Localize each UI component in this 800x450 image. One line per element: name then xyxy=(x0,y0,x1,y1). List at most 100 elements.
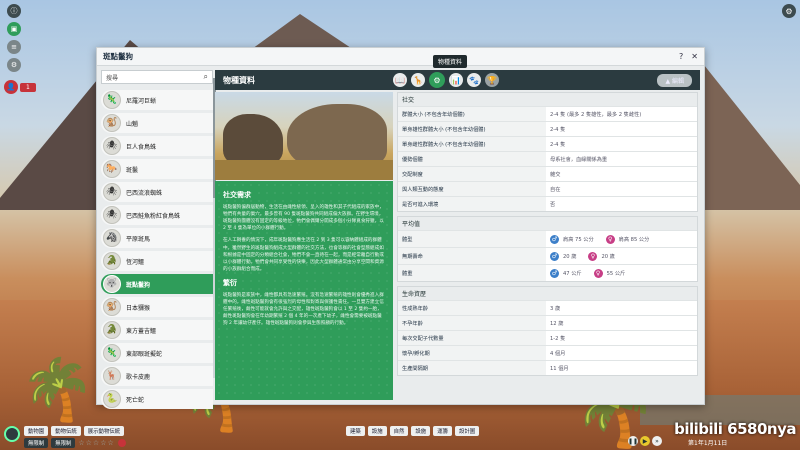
social-section: 社交 群體大小 (不包含年幼個體) 2-4 隻 (最多 2 隻雄性，最多 2 隻雌… xyxy=(397,92,698,212)
social-row: 是否可進入環境否 xyxy=(398,196,697,211)
species-list-item[interactable]: 🕷 巨人食鳥蛛 xyxy=(101,136,213,156)
species-list-item[interactable]: 🕷 巴西流浪蜘蛛 xyxy=(101,182,213,202)
row-value: ♂ 47 公斤 ♀ 55 公斤 xyxy=(546,265,697,281)
life-row: 生產間隔期 11 個月 xyxy=(398,360,697,375)
zoo-rating-stars: ☆☆☆☆☆ xyxy=(78,439,115,447)
species-list-item[interactable]: 🐒 山魈 xyxy=(101,113,213,133)
average-row: 無期壽命 ♂ 20 歲 ♀ 20 歲 xyxy=(398,247,697,264)
species-list-item[interactable]: 🦎 尼羅河巨蜥 xyxy=(101,90,213,110)
grass xyxy=(215,160,393,180)
species-window: 斑點鬣狗 ? ✕ 搜尋 ⌕ 🦎 尼羅河巨蜥 🐒 山魈 🕷 巨人食鳥蛛 🐎 斑鬣 🕷 巴西流浪蜘蛛 🕷… xyxy=(96,47,705,409)
fast-forward-icon[interactable]: » xyxy=(652,436,662,446)
zoo-toolbar-button[interactable]: 展示動物伝統 xyxy=(83,426,125,436)
species-list-item[interactable]: 🦎 東部眼斑擬蛇 xyxy=(101,343,213,363)
row-value: 否 xyxy=(550,201,556,208)
row-label: 單身雄性群體大小 (不包含年幼個體) xyxy=(398,122,546,136)
play-icon[interactable]: ▶ xyxy=(640,436,650,446)
species-list-item[interactable]: 🐒 日本獼猴 xyxy=(101,297,213,317)
species-name: 恆河鱷 xyxy=(126,258,145,266)
info-tabs: 📖 🦒 ⚙ 📊 🐾 🏆 xyxy=(393,72,499,88)
row-label: 不孕年齡 xyxy=(398,316,546,330)
build-toolbar-button[interactable]: 建築 xyxy=(346,426,365,436)
menu-icon[interactable]: ≡ xyxy=(7,40,21,54)
build-toolbar-button[interactable]: 設計圖 xyxy=(454,426,480,436)
life-row: 不孕年齡 12 歲 xyxy=(398,315,697,330)
tab-tooltip: 物種資料 xyxy=(433,55,468,68)
species-list-item[interactable]: 🦓 平原斑馬 xyxy=(101,228,213,248)
build-toolbar-button[interactable]: 設施 xyxy=(411,426,431,436)
watermark: bilibili 6580nya xyxy=(674,420,796,438)
life-section-title: 生命資歷 xyxy=(398,287,697,300)
species-name: 日本獼猴 xyxy=(126,304,151,312)
info-panel: 社交需求 斑點鬣狗偏群居動物，生活在由雌性統領、呈入的雄性和其子代組成的家族中，… xyxy=(215,181,393,400)
species-name: 巨人食鳥蛛 xyxy=(126,143,157,151)
species-list-item[interactable]: 🦌 歌卡皮鹿 xyxy=(101,366,213,386)
build-toolbar-button[interactable]: 設施 xyxy=(367,426,387,436)
info-icon[interactable]: ⓘ xyxy=(7,4,21,18)
row-label: 優勢個體 xyxy=(398,152,546,166)
search-box[interactable]: 搜尋 ⌕ xyxy=(101,70,213,84)
pause-icon[interactable]: ❚❚ xyxy=(628,436,638,446)
breeding-title: 繁衍 xyxy=(223,278,237,287)
money-status[interactable]: 無限制 xyxy=(24,438,49,448)
species-avatar-icon: 🕷 xyxy=(103,183,121,201)
search-input[interactable]: 搜尋 xyxy=(106,73,204,82)
help-button[interactable]: ? xyxy=(679,52,683,61)
male-icon: ♂ xyxy=(550,251,559,261)
species-name: 歌卡皮鹿 xyxy=(126,373,151,381)
species-name: 巴西鮭魚粉紅食鳥蛛 xyxy=(126,212,181,220)
species-list-item[interactable]: 🐍 死亡蛇 xyxy=(101,389,213,409)
settings-icon[interactable]: ⚙ xyxy=(782,4,796,18)
bottom-status: 無限制 無限制 ☆☆☆☆☆ xyxy=(24,438,126,448)
row-label: 單身雌性群體大小 (不包含年幼個體) xyxy=(398,137,546,151)
social-row: 單身雌性群體大小 (不包含年幼個體) 2-4 隻 xyxy=(398,136,697,151)
close-button[interactable]: ✕ xyxy=(691,52,698,61)
row-label: 生產間隔期 xyxy=(398,361,546,375)
info-tab-icon[interactable]: 🦒 xyxy=(411,73,425,87)
species-list-item[interactable]: 🐊 東方蓋吉鱷 xyxy=(101,320,213,340)
section-title: 物種資料 xyxy=(223,75,255,85)
build-toolbar-button[interactable]: 運籌 xyxy=(433,426,452,436)
info-tab-icon[interactable]: ⚙ xyxy=(429,72,445,88)
life-row: 懷孕/孵化期 4 個月 xyxy=(398,345,697,360)
person-icon: 👤 xyxy=(4,80,18,94)
species-avatar-icon: 🐒 xyxy=(103,114,121,132)
species-list-item[interactable]: 🕷 巴西鮭魚粉紅食鳥蛛 xyxy=(101,205,213,225)
row-label: 群體大小 (不包含年幼個體) xyxy=(398,107,546,121)
female-icon: ♀ xyxy=(605,234,615,244)
row-value: 雜交 xyxy=(550,171,561,178)
zoo-toolbar-button[interactable]: 動物園 xyxy=(24,426,49,436)
edit-button[interactable]: ▲ 編輯 xyxy=(657,73,692,87)
average-section: 平均值 體型 ♂ 肩高 75 公分 ♀ 肩高 85 公分 無期壽命 ♂ 20 歲 ♀ 20 歲體重… xyxy=(397,216,698,282)
info-tab-icon[interactable]: 📖 xyxy=(393,73,407,87)
species-list-item[interactable]: 🐺 斑點鬣狗 xyxy=(101,274,213,294)
species-photo xyxy=(215,92,393,180)
left-hud: ⓘ ▣ ≡ ⚙ xyxy=(4,4,24,72)
research-status[interactable]: 無限制 xyxy=(51,438,76,448)
zoo-toolbar-button[interactable]: 動物伝統 xyxy=(51,426,81,436)
row-value: 2-4 隻 (最多 2 隻雄性，最多 2 隻雌性) xyxy=(550,111,642,118)
build-toolbar-button[interactable]: 自然 xyxy=(389,426,409,436)
info-tab-icon[interactable]: 🏆 xyxy=(485,73,499,87)
breeding-text: 斑點鬣狗是家族中，雌性都具有急速繁殖。沒有急速繁殖的雄性則會優秀進入群體中的，雌… xyxy=(223,292,384,327)
record-icon[interactable] xyxy=(117,439,126,447)
species-list: 🦎 尼羅河巨蜥 🐒 山魈 🕷 巨人食鳥蛛 🐎 斑鬣 🕷 巴西流浪蜘蛛 🕷 巴西鮭魚粉紅食鳥蛛 🦓 平原斑馬… xyxy=(101,90,213,409)
info-tab-icon[interactable]: 🐾 xyxy=(467,73,481,87)
species-avatar-icon: 🕷 xyxy=(103,137,121,155)
social-row: 單身雄性群體大小 (不包含年幼個體) 2-4 隻 xyxy=(398,121,697,136)
gear-icon[interactable]: ⚙ xyxy=(7,58,21,72)
search-icon[interactable]: ⌕ xyxy=(204,72,208,82)
species-list-item[interactable]: 🐊 恆河鱷 xyxy=(101,251,213,271)
species-avatar-icon: 🦓 xyxy=(103,229,121,247)
content-header: 物種資料 📖 🦒 ⚙ 📊 🐾 🏆 ▲ 編輯 xyxy=(215,70,700,90)
row-value: 母系社會，血緣關係為重 xyxy=(550,156,608,163)
row-value: 12 歲 xyxy=(550,320,564,327)
info-tab-icon[interactable]: 📊 xyxy=(449,73,463,87)
row-value: 11 個月 xyxy=(550,365,569,372)
row-value: 4 個月 xyxy=(550,350,566,357)
species-avatar-icon: 🐺 xyxy=(103,275,121,293)
alert-badge[interactable]: 👤 1 xyxy=(4,80,36,94)
species-list-item[interactable]: 🐎 斑鬣 xyxy=(101,159,213,179)
zoo-icon[interactable]: ▣ xyxy=(7,22,21,36)
row-value: 1-2 隻 xyxy=(550,335,566,342)
